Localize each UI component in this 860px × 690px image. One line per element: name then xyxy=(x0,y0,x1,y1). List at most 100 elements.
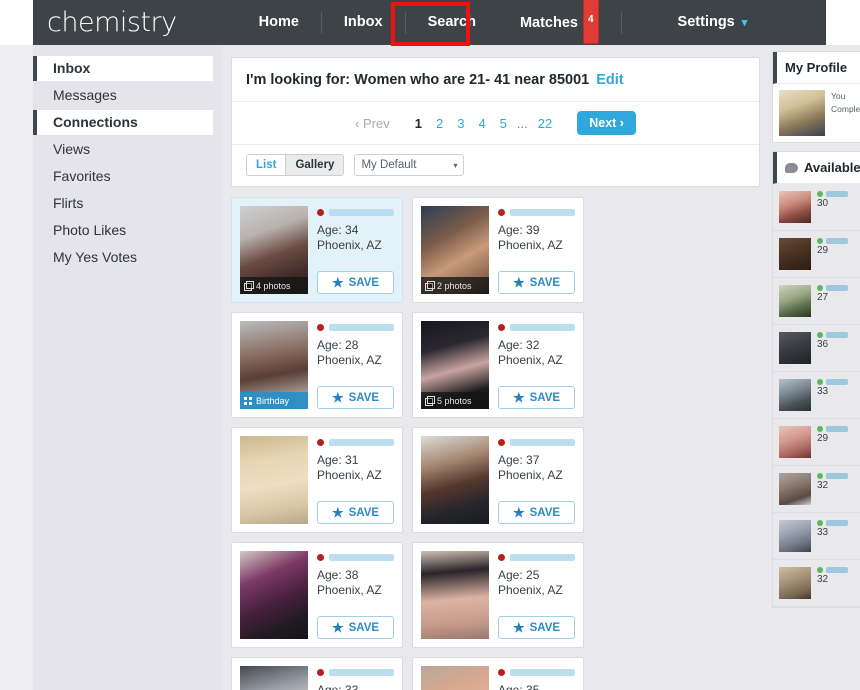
page-number-3[interactable]: 3 xyxy=(450,116,471,131)
profile-thumbnail[interactable] xyxy=(240,666,308,690)
person-meta: 33 xyxy=(817,379,848,399)
profile-card[interactable]: 5 photos Age: 32 Phoenix, AZ ★ SAVE xyxy=(412,312,584,418)
sidebar-item-inbox[interactable]: Inbox xyxy=(33,56,213,81)
photo-count-label: 2 photos xyxy=(437,280,472,291)
site-logo[interactable]: chemistry xyxy=(47,7,177,38)
username-blurred[interactable] xyxy=(510,438,575,446)
person-age: 33 xyxy=(817,386,829,397)
username-blurred[interactable] xyxy=(329,208,394,216)
profile-card[interactable]: Age: 25 Phoenix, AZ ★ SAVE xyxy=(412,542,584,648)
profile-name-row xyxy=(317,666,394,678)
username-blurred[interactable] xyxy=(510,553,575,561)
edit-criteria-link[interactable]: Edit xyxy=(596,72,623,88)
save-button[interactable]: ★ SAVE xyxy=(498,386,575,409)
view-mode-list-button[interactable]: List xyxy=(247,155,286,175)
pagination-top: ‹ Prev 1 2 3 4 5 ... 22 Next › xyxy=(232,102,759,144)
profile-thumbnail[interactable]: Birthday xyxy=(240,321,308,409)
available-person-row[interactable]: 32 xyxy=(773,560,860,607)
view-mode-gallery-button[interactable]: Gallery xyxy=(285,155,344,175)
username-blurred[interactable] xyxy=(510,208,575,216)
save-button[interactable]: ★ SAVE xyxy=(317,386,394,409)
sort-select-value: My Default xyxy=(361,159,417,171)
available-person-row[interactable]: 27 xyxy=(773,278,860,325)
username-blurred[interactable] xyxy=(329,323,394,331)
search-criteria-text: I'm looking for: Women who are 21- 41 ne… xyxy=(246,72,590,88)
profile-info: Age: 28 Phoenix, AZ ★ SAVE xyxy=(308,321,394,409)
profile-age: Age: 33 xyxy=(317,683,359,690)
nav-link-matches-label: Matches xyxy=(519,15,578,31)
save-button[interactable]: ★ SAVE xyxy=(498,271,575,294)
sidebar-item-flirts[interactable]: Flirts xyxy=(33,191,213,216)
avatar xyxy=(779,473,811,505)
sidebar-item-views[interactable]: Views xyxy=(33,137,213,162)
profile-card[interactable]: Age: 35Phoenix, AZ★SAVE xyxy=(412,657,584,690)
nav-link-matches[interactable]: Matches 4 xyxy=(498,0,621,45)
person-meta: 27 xyxy=(817,285,848,305)
profile-thumbnail[interactable] xyxy=(421,436,489,524)
profile-thumbnail[interactable]: 4 photos xyxy=(240,206,308,294)
photo-count-badge: 4 photos xyxy=(240,277,308,294)
profile-card[interactable]: Age: 37 Phoenix, AZ ★ SAVE xyxy=(412,427,584,533)
profile-card[interactable]: Age: 31 Phoenix, AZ ★ SAVE xyxy=(231,427,403,533)
page-number-2[interactable]: 2 xyxy=(429,116,450,131)
right-sidebar: My Profile You Complete Available 30 29 27… xyxy=(768,45,860,690)
username-blurred[interactable] xyxy=(329,438,394,446)
person-name-blurred xyxy=(826,191,848,197)
sidebar-item-photo-likes[interactable]: Photo Likes xyxy=(33,218,213,243)
status-dot-icon xyxy=(317,208,324,216)
username-blurred[interactable] xyxy=(329,553,394,561)
next-page-button[interactable]: Next › xyxy=(577,111,636,135)
available-person-row[interactable]: 30 xyxy=(773,184,860,231)
profile-thumbnail[interactable] xyxy=(421,551,489,639)
available-person-row[interactable]: 33 xyxy=(773,372,860,419)
available-person-row[interactable]: 32 xyxy=(773,466,860,513)
profile-thumbnail[interactable] xyxy=(240,436,308,524)
profile-thumbnail[interactable]: 5 photos xyxy=(421,321,489,409)
save-button[interactable]: ★ SAVE xyxy=(317,616,394,639)
nav-divider xyxy=(620,11,622,34)
nav-link-home[interactable]: Home xyxy=(237,0,321,45)
sort-select[interactable]: My Default ▾ xyxy=(354,154,465,176)
sidebar-item-messages[interactable]: Messages xyxy=(33,83,213,108)
available-person-row[interactable]: 36 xyxy=(773,325,860,372)
profile-card[interactable]: 2 photos Age: 39 Phoenix, AZ ★ SAVE xyxy=(412,197,584,303)
page-number-last[interactable]: 22 xyxy=(531,116,559,131)
username-blurred[interactable] xyxy=(510,668,575,676)
photo-count-label: 4 photos xyxy=(256,280,291,291)
profile-thumbnail[interactable] xyxy=(421,666,489,690)
available-person-row[interactable]: 33 xyxy=(773,513,860,560)
save-button[interactable]: ★ SAVE xyxy=(317,501,394,524)
profile-thumbnail[interactable]: 2 photos xyxy=(421,206,489,294)
profile-card[interactable]: Age: 33Phoenix, AZ★SAVE xyxy=(231,657,403,690)
profile-card[interactable]: 4 photos Age: 34 Phoenix, AZ ★ SAVE xyxy=(231,197,403,303)
nav-link-search[interactable]: Search xyxy=(406,0,498,45)
person-age: 27 xyxy=(817,292,829,303)
save-button[interactable]: ★ SAVE xyxy=(498,616,575,639)
chat-bubble-icon xyxy=(785,162,798,173)
save-button[interactable]: ★ SAVE xyxy=(317,271,394,294)
page-number-1[interactable]: 1 xyxy=(408,116,429,131)
save-button[interactable]: ★ SAVE xyxy=(498,501,575,524)
nav-link-settings[interactable]: Settings ▾ xyxy=(656,0,770,45)
person-meta: 36 xyxy=(817,332,848,352)
page-number-4[interactable]: 4 xyxy=(471,116,492,131)
profile-thumbnail[interactable] xyxy=(240,551,308,639)
my-profile-summary[interactable]: You Complete xyxy=(773,84,860,142)
profile-card[interactable]: Birthday Age: 28 Phoenix, AZ ★ SAVE xyxy=(231,312,403,418)
sidebar-item-connections[interactable]: Connections xyxy=(33,110,213,135)
page-number-5[interactable]: 5 xyxy=(493,116,514,131)
view-mode-toggle: List Gallery xyxy=(246,154,345,176)
profile-card[interactable]: Age: 38 Phoenix, AZ ★ SAVE xyxy=(231,542,403,648)
username-blurred[interactable] xyxy=(329,668,394,676)
person-name-blurred xyxy=(826,473,848,479)
available-person-row[interactable]: 29 xyxy=(773,231,860,278)
prev-page-button[interactable]: ‹ Prev xyxy=(355,116,390,131)
sidebar-item-favorites[interactable]: Favorites xyxy=(33,164,213,189)
username-blurred[interactable] xyxy=(510,323,575,331)
page-root: chemistry Home Inbox Search Matches 4 Set… xyxy=(0,0,860,690)
nav-link-inbox[interactable]: Inbox xyxy=(322,0,405,45)
profile-name-row xyxy=(317,551,394,563)
sidebar-item-my-yes-votes[interactable]: My Yes Votes xyxy=(33,245,213,270)
available-person-row[interactable]: 29 xyxy=(773,419,860,466)
my-profile-header: My Profile xyxy=(773,52,860,84)
